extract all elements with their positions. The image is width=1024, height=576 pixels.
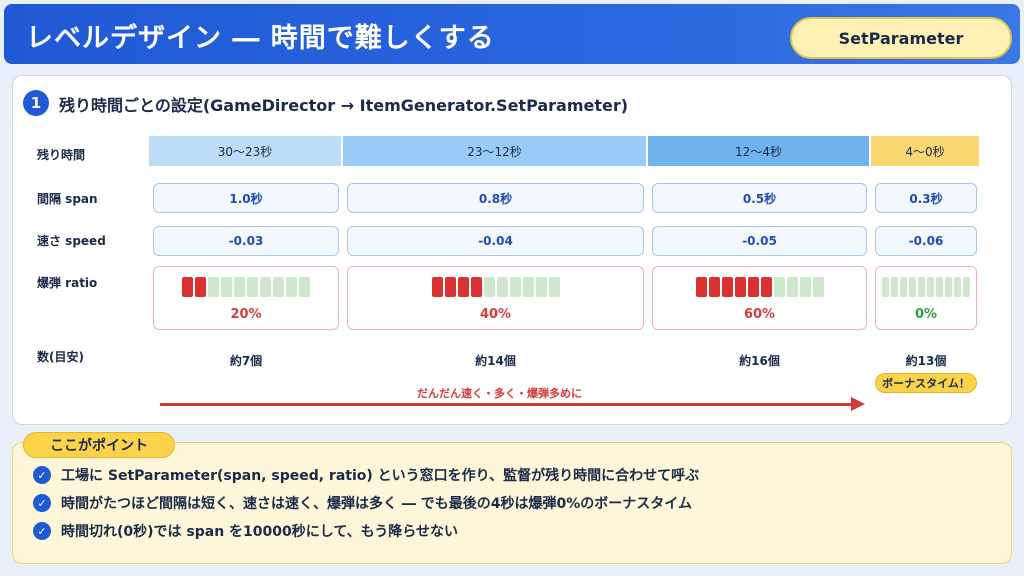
- bomb-segment: [457, 277, 469, 297]
- section-title: 残り時間ごとの設定(GameDirector → ItemGenerator.S…: [59, 96, 629, 115]
- safe-segment: [221, 277, 232, 297]
- safe-segment: [522, 277, 534, 297]
- bomb-segment: [195, 277, 206, 297]
- ratio-bar-2: [348, 277, 643, 297]
- section-number: 1: [23, 90, 49, 116]
- safe-segment: [900, 277, 907, 297]
- count-value-3: 約16個: [739, 354, 780, 368]
- key-point-item: ✓ 工場に SetParameter(span, speed, ratio) と…: [33, 465, 699, 485]
- row-label-count: 数(目安): [37, 350, 84, 364]
- ratio-percent-3: 60%: [743, 307, 776, 322]
- safe-segment: [799, 277, 811, 297]
- bomb-segment: [708, 277, 720, 297]
- safe-segment: [936, 277, 943, 297]
- safe-segment: [286, 277, 297, 297]
- safe-segment: [918, 277, 925, 297]
- safe-segment: [786, 277, 798, 297]
- ratio-bar-3: [653, 277, 866, 297]
- safe-segment: [299, 277, 310, 297]
- settings-card: 1 残り時間ごとの設定(GameDirector → ItemGenerator…: [12, 75, 1012, 425]
- count-value-2: 約14個: [475, 354, 516, 368]
- safe-segment: [963, 277, 970, 297]
- safe-segment: [535, 277, 547, 297]
- speed-value-3: -0.05: [652, 226, 867, 256]
- speed-value-1: -0.03: [153, 226, 339, 256]
- safe-segment: [812, 277, 824, 297]
- checkmark-icon: ✓: [33, 466, 51, 484]
- safe-segment: [483, 277, 495, 297]
- key-point-item: ✓ 時間切れ(0秒)では span を10000秒にして、もう降らせない: [33, 521, 458, 541]
- bomb-segment: [747, 277, 759, 297]
- setparameter-badge: SetParameter: [790, 17, 1012, 59]
- safe-segment: [247, 277, 258, 297]
- key-point-text: 時間切れ(0秒)では span を10000秒にして、もう降らせない: [61, 524, 458, 540]
- ratio-percent-4: 0%: [914, 307, 938, 322]
- safe-segment: [909, 277, 916, 297]
- bomb-segment: [182, 277, 193, 297]
- count-value-4: 約13個: [905, 354, 947, 368]
- span-value-1: 1.0秒: [153, 183, 339, 213]
- key-point-text: 工場に SetParameter(span, speed, ratio) という…: [61, 468, 700, 484]
- bonus-time-badge: ボーナスタイム！: [875, 373, 977, 393]
- key-points-tag: ここがポイント: [23, 432, 175, 458]
- bomb-segment: [760, 277, 772, 297]
- safe-segment: [548, 277, 560, 297]
- phase-header-2: 23〜12秒: [343, 136, 646, 166]
- ratio-bar-4: [876, 277, 976, 297]
- ratio-box-4: 0%: [875, 266, 977, 330]
- ratio-percent-1: 20%: [230, 307, 262, 322]
- row-label-ratio: 爆弾 ratio: [37, 276, 98, 290]
- key-points-box: ここがポイント ✓ 工場に SetParameter(span, speed, …: [12, 432, 1012, 564]
- ratio-box-1: 20%: [153, 266, 339, 330]
- key-point-text: 時間がたつほど間隔は短く、速さは速く、爆弾は多く ― でも最後の4秒は爆弾0%の…: [61, 496, 692, 512]
- speed-value-4: -0.06: [875, 226, 977, 256]
- safe-segment: [234, 277, 245, 297]
- safe-segment: [496, 277, 508, 297]
- row-label-speed: 速さ speed: [37, 234, 106, 248]
- span-value-4: 0.3秒: [875, 183, 977, 213]
- bomb-segment: [444, 277, 456, 297]
- span-value-3: 0.5秒: [652, 183, 867, 213]
- bomb-segment: [470, 277, 482, 297]
- bomb-segment: [431, 277, 443, 297]
- phase-header-4: 4〜0秒: [871, 136, 979, 166]
- bomb-segment: [695, 277, 707, 297]
- checkmark-icon: ✓: [33, 522, 51, 540]
- ratio-percent-2: 40%: [479, 307, 512, 322]
- phase-header-3: 12〜4秒: [648, 136, 869, 166]
- safe-segment: [945, 277, 952, 297]
- ratio-bar-1: [154, 277, 338, 297]
- phase-header-1: 30〜23秒: [149, 136, 341, 166]
- speed-value-2: -0.04: [347, 226, 644, 256]
- progression-caption: だんだん速く・多く・爆弾多めに: [417, 387, 582, 400]
- row-label-time: 残り時間: [37, 148, 86, 162]
- safe-segment: [882, 277, 889, 297]
- row-label-span: 間隔 span: [37, 192, 98, 206]
- ratio-box-3: 60%: [652, 266, 867, 330]
- safe-segment: [208, 277, 219, 297]
- key-point-item: ✓ 時間がたつほど間隔は短く、速さは速く、爆弾は多く ― でも最後の4秒は爆弾0…: [33, 493, 692, 513]
- safe-segment: [260, 277, 271, 297]
- header-bar: レベルデザイン ― 時間で難しくする SetParameter: [4, 4, 1020, 64]
- checkmark-icon: ✓: [33, 494, 51, 512]
- safe-segment: [773, 277, 785, 297]
- safe-segment: [927, 277, 934, 297]
- safe-segment: [891, 277, 898, 297]
- count-value-1: 約7個: [229, 354, 263, 368]
- arrow-head-icon: [851, 397, 865, 411]
- safe-segment: [954, 277, 961, 297]
- safe-segment: [509, 277, 521, 297]
- bomb-segment: [721, 277, 733, 297]
- safe-segment: [273, 277, 284, 297]
- progression-arrow: [160, 403, 854, 406]
- ratio-box-2: 40%: [347, 266, 644, 330]
- span-value-2: 0.8秒: [347, 183, 644, 213]
- bomb-segment: [734, 277, 746, 297]
- page-title: レベルデザイン ― 時間で難しくする: [26, 23, 495, 54]
